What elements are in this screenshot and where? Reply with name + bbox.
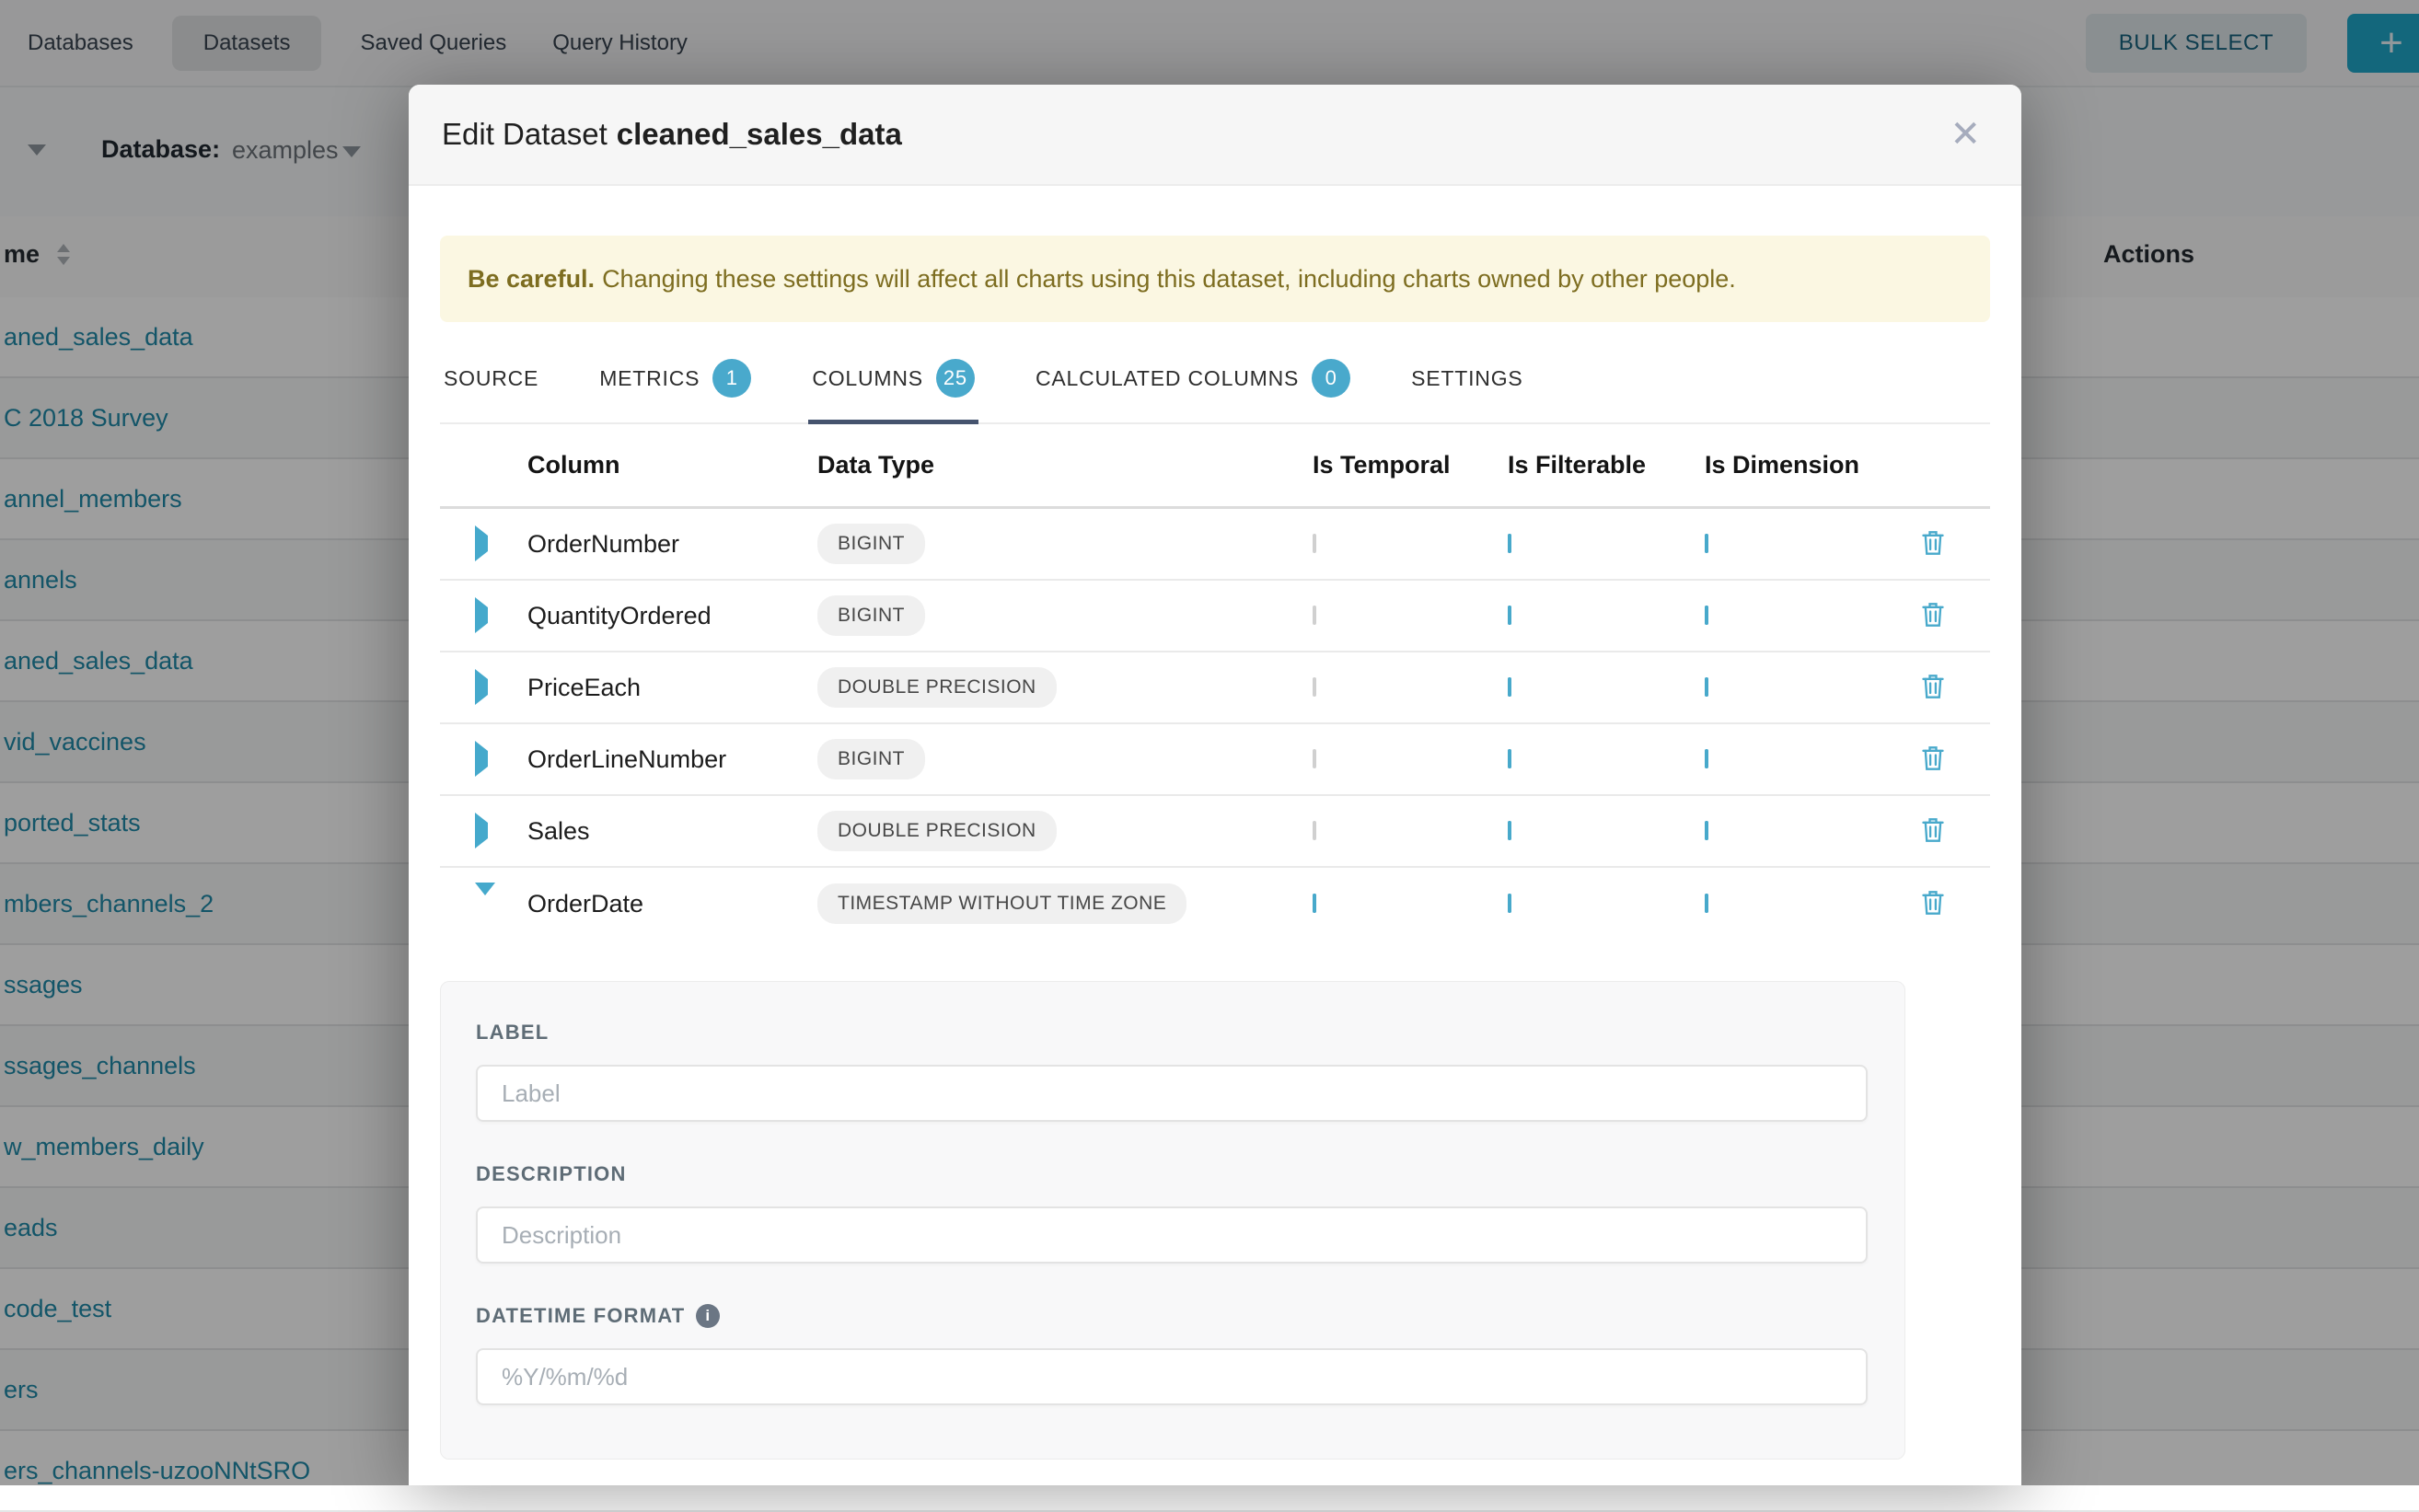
column-name: OrderNumber <box>527 530 817 559</box>
data-type-pill: BIGINT <box>817 595 925 636</box>
is-temporal-checkbox[interactable] <box>1313 677 1316 697</box>
tab-label: SETTINGS <box>1411 366 1522 391</box>
column-row: QuantityOrderedBIGINT <box>440 581 1990 652</box>
close-icon[interactable]: ✕ <box>1946 112 1985 156</box>
column-name: OrderLineNumber <box>527 745 817 774</box>
info-icon[interactable]: i <box>696 1304 720 1328</box>
warning-banner: Be careful. Changing these settings will… <box>440 236 1990 322</box>
is-filterable-checkbox[interactable] <box>1508 894 1511 913</box>
is-dimension-checkbox[interactable] <box>1705 894 1708 913</box>
column-detail-panel: LABEL DESCRIPTION DATETIME FORMATi <box>440 981 1905 1460</box>
column-row: OrderNumberBIGINT <box>440 509 1990 581</box>
collapse-caret-icon[interactable] <box>475 883 495 911</box>
expand-caret-icon[interactable] <box>475 525 488 561</box>
header-data-type: Data Type <box>817 451 1313 479</box>
data-type-pill: DOUBLE PRECISION <box>817 667 1057 708</box>
is-dimension-checkbox[interactable] <box>1705 534 1708 553</box>
column-row: OrderDateTIMESTAMP WITHOUT TIME ZONE <box>440 868 1990 940</box>
is-dimension-checkbox[interactable] <box>1705 606 1708 625</box>
tab-metrics[interactable]: METRICS 1 <box>596 346 755 424</box>
data-type-pill: DOUBLE PRECISION <box>817 811 1057 851</box>
expand-caret-icon[interactable] <box>475 813 488 848</box>
is-filterable-checkbox[interactable] <box>1508 534 1511 553</box>
warning-bold: Be careful. <box>468 265 595 294</box>
header-is-filterable: Is Filterable <box>1508 451 1705 479</box>
is-temporal-checkbox[interactable] <box>1313 749 1316 768</box>
is-dimension-checkbox[interactable] <box>1705 821 1708 840</box>
datetime-format-label: DATETIME FORMATi <box>476 1304 1868 1328</box>
is-temporal-checkbox[interactable] <box>1313 894 1316 913</box>
column-name: OrderDate <box>527 890 817 918</box>
is-temporal-checkbox[interactable] <box>1313 534 1316 553</box>
expand-caret-icon[interactable] <box>475 741 488 777</box>
header-column: Column <box>527 451 817 479</box>
label-label: LABEL <box>476 1021 1868 1045</box>
description-label: DESCRIPTION <box>476 1162 1868 1186</box>
is-temporal-checkbox[interactable] <box>1313 606 1316 625</box>
expand-caret-icon[interactable] <box>475 669 488 705</box>
header-is-temporal: Is Temporal <box>1313 451 1508 479</box>
tab-count-badge: 1 <box>712 359 751 398</box>
description-field-group: DESCRIPTION <box>476 1162 1868 1264</box>
is-filterable-checkbox[interactable] <box>1508 606 1511 625</box>
column-name: Sales <box>527 817 817 846</box>
delete-column-icon[interactable] <box>1920 600 1946 631</box>
column-name: QuantityOrdered <box>527 602 817 630</box>
modal-title: Edit Datasetcleaned_sales_data <box>442 117 902 152</box>
delete-column-icon[interactable] <box>1920 888 1946 919</box>
data-type-pill: BIGINT <box>817 739 925 779</box>
tab-source[interactable]: SOURCE <box>440 346 542 424</box>
delete-column-icon[interactable] <box>1920 744 1946 775</box>
column-row: OrderLineNumberBIGINT <box>440 724 1990 796</box>
is-filterable-checkbox[interactable] <box>1508 749 1511 768</box>
data-type-pill: BIGINT <box>817 524 925 564</box>
warning-text: Changing these settings will affect all … <box>602 265 1736 294</box>
columns-table-body: OrderNumberBIGINTQuantityOrderedBIGINTPr… <box>440 509 1990 940</box>
column-row: SalesDOUBLE PRECISION <box>440 796 1990 868</box>
edit-dataset-modal: Edit Datasetcleaned_sales_data ✕ Be care… <box>409 85 2021 1485</box>
is-dimension-checkbox[interactable] <box>1705 749 1708 768</box>
dataset-name: cleaned_sales_data <box>617 117 902 151</box>
tab-label: SOURCE <box>444 366 538 391</box>
description-input[interactable] <box>476 1206 1868 1264</box>
modal-tabs: SOURCE METRICS 1 COLUMNS 25 CALCULATED COLUMN… <box>440 346 1990 424</box>
modal-body: Be careful. Changing these settings will… <box>409 186 2021 1460</box>
tab-label: METRICS <box>599 366 700 391</box>
column-row: PriceEachDOUBLE PRECISION <box>440 652 1990 724</box>
is-dimension-checkbox[interactable] <box>1705 677 1708 697</box>
tab-count-badge: 0 <box>1312 359 1350 398</box>
tab-count-badge: 25 <box>936 359 975 398</box>
delete-column-icon[interactable] <box>1920 528 1946 560</box>
delete-column-icon[interactable] <box>1920 815 1946 847</box>
modal-header: Edit Datasetcleaned_sales_data ✕ <box>409 85 2021 186</box>
is-filterable-checkbox[interactable] <box>1508 677 1511 697</box>
datetime-format-field-group: DATETIME FORMATi <box>476 1304 1868 1405</box>
tab-label: COLUMNS <box>812 366 923 391</box>
delete-column-icon[interactable] <box>1920 672 1946 703</box>
is-filterable-checkbox[interactable] <box>1508 821 1511 840</box>
datetime-format-input[interactable] <box>476 1348 1868 1405</box>
columns-table-header: Column Data Type Is Temporal Is Filterab… <box>440 424 1990 509</box>
header-is-dimension: Is Dimension <box>1705 451 1876 479</box>
data-type-pill: TIMESTAMP WITHOUT TIME ZONE <box>817 883 1186 924</box>
tab-label: CALCULATED COLUMNS <box>1036 366 1299 391</box>
label-field-group: LABEL <box>476 1021 1868 1122</box>
column-name: PriceEach <box>527 674 817 702</box>
expand-caret-icon[interactable] <box>475 597 488 633</box>
is-temporal-checkbox[interactable] <box>1313 821 1316 840</box>
tab-calculated-columns[interactable]: CALCULATED COLUMNS 0 <box>1032 346 1354 424</box>
tab-settings[interactable]: SETTINGS <box>1407 346 1526 424</box>
label-input[interactable] <box>476 1065 1868 1122</box>
tab-columns[interactable]: COLUMNS 25 <box>808 346 978 424</box>
